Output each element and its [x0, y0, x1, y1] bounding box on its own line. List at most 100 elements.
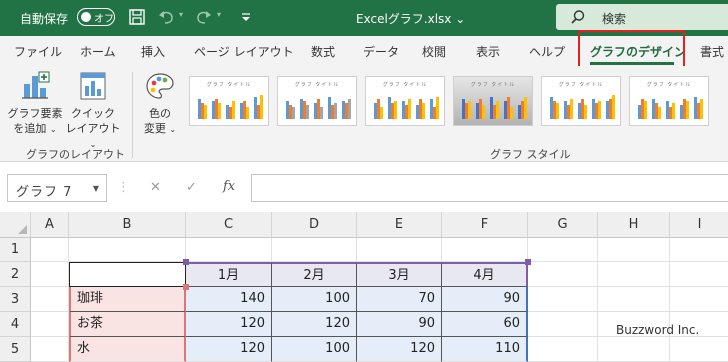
- tab-data[interactable]: データ: [363, 43, 399, 60]
- chart-style-preview: [462, 97, 527, 119]
- autosave-state: オフ: [94, 14, 114, 25]
- chart-style-5[interactable]: グラフ タイトル: [541, 76, 621, 126]
- chart-style-preview: [374, 97, 439, 119]
- chart-style-1[interactable]: グラフ タイトル: [189, 76, 269, 126]
- range-handle[interactable]: [525, 259, 531, 265]
- cell-b2[interactable]: [69, 262, 186, 287]
- cell-g3[interactable]: [528, 287, 598, 312]
- column-header-f[interactable]: F: [442, 212, 528, 238]
- cell-i3[interactable]: [670, 287, 728, 312]
- insert-function-icon[interactable]: fx: [223, 179, 235, 194]
- chevron-down-icon: ⌄: [49, 125, 57, 134]
- cell-e1[interactable]: [357, 238, 442, 262]
- range-handle[interactable]: [183, 259, 189, 265]
- row-header-2[interactable]: 2: [0, 262, 31, 287]
- cell-i1[interactable]: [670, 238, 728, 262]
- chart-style-3[interactable]: グラフ タイトル: [365, 76, 445, 126]
- document-title: Excelグラフ.xlsx ⌄: [356, 10, 465, 27]
- cell-a1[interactable]: [31, 238, 69, 262]
- column-header-c[interactable]: C: [186, 212, 272, 238]
- cell-g1[interactable]: [528, 238, 598, 262]
- cell-f3[interactable]: 90: [442, 287, 528, 312]
- formula-bar: グラフ 7 ▼ ⋮ ✕ ✓ fx: [0, 162, 728, 212]
- quick-layout-label1: クイック: [71, 107, 115, 120]
- watermark: Buzzword Inc.: [616, 323, 700, 337]
- cell-f4[interactable]: 60: [442, 312, 528, 337]
- column-header-b[interactable]: B: [69, 212, 186, 238]
- row-header-3[interactable]: 3: [0, 287, 31, 312]
- more-options-icon: ⋮: [117, 180, 130, 195]
- cell-c4[interactable]: 120: [186, 312, 272, 337]
- redo-icon[interactable]: [195, 8, 213, 26]
- tab-formulas[interactable]: 数式: [311, 43, 335, 60]
- row-header-4[interactable]: 4: [0, 312, 31, 337]
- tab-insert[interactable]: 挿入: [141, 43, 165, 60]
- cell-d1[interactable]: [272, 238, 357, 262]
- formula-input[interactable]: [251, 174, 728, 202]
- column-header-i[interactable]: I: [670, 212, 728, 238]
- chart-style-preview: [638, 97, 703, 119]
- cell-e4[interactable]: 90: [357, 312, 442, 337]
- palette-icon: [146, 73, 174, 99]
- enter-icon[interactable]: ✓: [186, 180, 197, 195]
- save-icon[interactable]: [128, 8, 146, 26]
- cell-b1[interactable]: [69, 238, 186, 262]
- add-chart-element-button[interactable]: グラフ要素 を追加 ⌄: [6, 70, 64, 137]
- select-all-corner[interactable]: [0, 212, 31, 238]
- cell-h2[interactable]: [598, 262, 670, 287]
- cell-a3[interactable]: [31, 287, 69, 312]
- cell-f2-header[interactable]: 4月: [442, 262, 528, 287]
- chevron-down-icon[interactable]: ⌄: [455, 12, 465, 26]
- cell-d2-header[interactable]: 2月: [272, 262, 357, 287]
- cell-c2-header[interactable]: 1月: [186, 262, 272, 287]
- cell-d4[interactable]: 120: [272, 312, 357, 337]
- undo-icon[interactable]: [157, 8, 175, 26]
- quick-layout-label2: レイアウト: [65, 122, 121, 135]
- add-chart-element-label1: グラフ要素: [7, 107, 63, 120]
- cell-g4[interactable]: [528, 312, 598, 337]
- tab-help[interactable]: ヘルプ: [529, 43, 565, 60]
- tab-file[interactable]: ファイル: [14, 43, 62, 60]
- cell-i2[interactable]: [670, 262, 728, 287]
- column-header-d[interactable]: D: [272, 212, 357, 238]
- tab-review[interactable]: 校閲: [422, 43, 446, 60]
- redo-dropdown-icon[interactable]: ▾: [217, 10, 235, 28]
- autosave-toggle[interactable]: オフ: [77, 8, 115, 26]
- change-colors-button[interactable]: 色の 変更 ⌄: [138, 70, 182, 137]
- customize-qat-icon[interactable]: [237, 8, 255, 26]
- cell-e2-header[interactable]: 3月: [357, 262, 442, 287]
- cell-b3-label[interactable]: 珈琲: [69, 287, 186, 312]
- cell-g2[interactable]: [528, 262, 598, 287]
- chart-style-6[interactable]: グラフ タイトル: [629, 76, 709, 126]
- tab-view[interactable]: 表示: [476, 43, 500, 60]
- cell-b4-label[interactable]: お茶: [69, 312, 186, 337]
- cell-c1[interactable]: [186, 238, 272, 262]
- search-label: 検索: [602, 12, 627, 26]
- row-header-1[interactable]: 1: [0, 238, 31, 262]
- quick-layout-button[interactable]: クイック レイアウト ⌄: [62, 70, 124, 152]
- chart-style-4[interactable]: グラフ タイトル: [453, 76, 533, 126]
- column-header-e[interactable]: E: [357, 212, 442, 238]
- chart-style-preview: [286, 97, 351, 119]
- search-box[interactable]: 検索: [556, 4, 728, 30]
- column-header-g[interactable]: G: [528, 212, 598, 238]
- chart-style-2[interactable]: グラフ タイトル: [277, 76, 357, 126]
- cell-e3[interactable]: 70: [357, 287, 442, 312]
- name-box-value: グラフ 7: [16, 185, 73, 200]
- column-header-a[interactable]: A: [31, 212, 69, 238]
- chevron-down-icon[interactable]: ▼: [93, 184, 100, 193]
- cell-a4[interactable]: [31, 312, 69, 337]
- tab-page-layout[interactable]: ページ レイアウト: [194, 43, 294, 60]
- name-box[interactable]: グラフ 7 ▼: [7, 174, 107, 202]
- cell-h1[interactable]: [598, 238, 670, 262]
- cell-a2[interactable]: [31, 262, 69, 287]
- tab-format[interactable]: 書式: [700, 43, 724, 60]
- cell-f1[interactable]: [442, 238, 528, 262]
- cell-h3[interactable]: [598, 287, 670, 312]
- tab-home[interactable]: ホーム: [80, 43, 116, 60]
- cell-d3[interactable]: 100: [272, 287, 357, 312]
- column-header-h[interactable]: H: [598, 212, 670, 238]
- cancel-icon[interactable]: ✕: [150, 180, 161, 195]
- cell-c3[interactable]: 140: [186, 287, 272, 312]
- range-handle[interactable]: [183, 284, 189, 290]
